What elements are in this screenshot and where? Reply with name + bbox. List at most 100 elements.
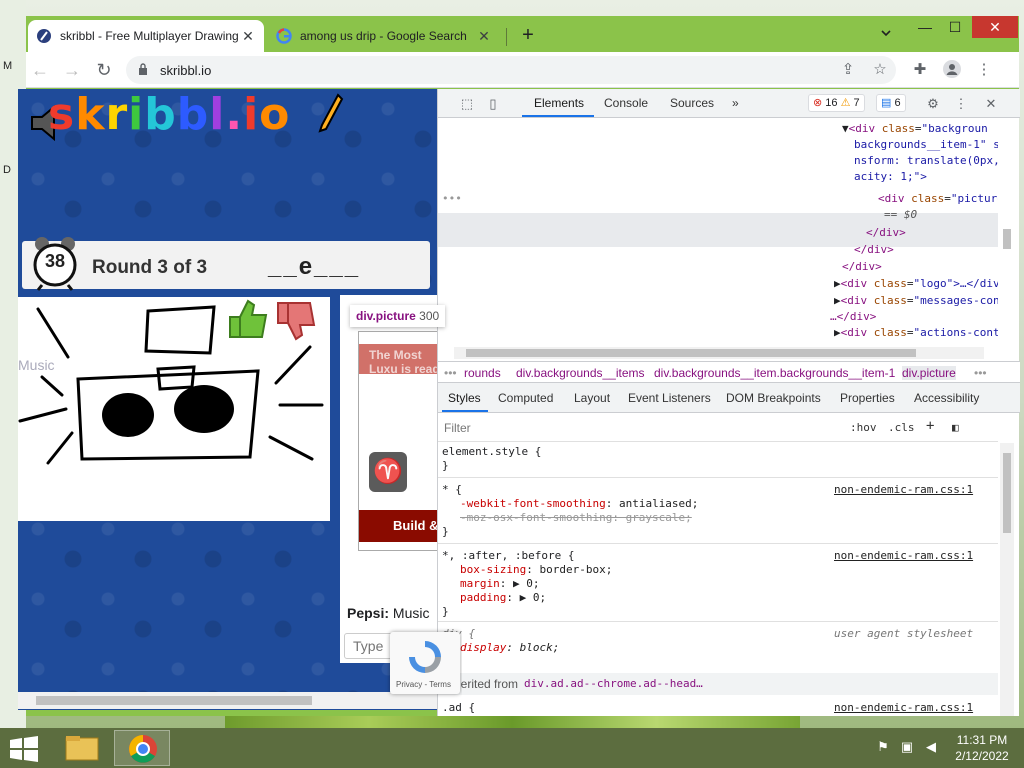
clock-date: 2/12/2022 <box>955 749 1009 763</box>
dom-line-actions[interactable]: ▶<div class="actions-conta <box>834 325 998 339</box>
breadcrumb-item-active[interactable]: div.picture <box>902 366 956 380</box>
dom-line[interactable]: backgrounds__item-1" st <box>854 137 998 153</box>
logo-letter: i <box>243 89 260 140</box>
tab-search-chevron-icon[interactable] <box>876 26 896 46</box>
bookmark-star-icon[interactable]: ☆ <box>870 60 890 80</box>
drawing-canvas[interactable] <box>18 297 330 521</box>
taskbar-clock[interactable]: 11:31 PM 2/12/2022 <box>950 732 1014 764</box>
filter-input[interactable]: Filter <box>444 421 471 435</box>
dom-line[interactable]: </div> <box>842 259 882 275</box>
action-center-flag-icon[interactable]: ⚑ <box>874 738 892 756</box>
subtab-event-listeners[interactable]: Event Listeners <box>628 391 711 405</box>
recaptcha-badge[interactable]: Privacy - Terms <box>390 632 460 694</box>
volume-icon[interactable]: ◀ <box>922 738 940 756</box>
inspect-element-icon[interactable]: ⬚ <box>458 95 476 113</box>
rule-source-link[interactable]: non-endemic-ram.css:1 <box>834 549 973 563</box>
css-declaration[interactable]: box-sizing: border-box; <box>460 563 612 577</box>
minimize-button[interactable]: — <box>910 16 940 38</box>
share-icon[interactable]: ⇪ <box>838 60 858 80</box>
device-toolbar-icon[interactable]: ▯ <box>484 95 502 113</box>
tab-close-icon[interactable]: ✕ <box>240 28 256 45</box>
network-icon[interactable]: ▣ <box>898 738 916 756</box>
devtools-close-icon[interactable]: ✕ <box>982 95 1000 113</box>
dom-line[interactable]: …</div> <box>830 309 876 325</box>
page-horizontal-scrollbar[interactable] <box>18 692 462 709</box>
dom-ellipsis[interactable]: ••• <box>442 191 462 207</box>
devtools-settings-gear-icon[interactable]: ⚙ <box>924 95 942 113</box>
rule-selector[interactable]: * { <box>442 483 462 497</box>
dom-line[interactable]: nsform: translate(0px, <box>854 153 998 169</box>
back-arrow-icon[interactable]: ← <box>28 58 52 82</box>
element-style-rule[interactable]: element.style { <box>442 445 541 459</box>
issues-badge[interactable]: ⊗ 16 ⚠ 7 <box>808 94 865 112</box>
new-rule-plus-icon[interactable]: + <box>926 418 934 434</box>
dom-line-selected[interactable]: <div class="picture <box>878 191 998 207</box>
subtab-dom-breakpoints[interactable]: DOM Breakpoints <box>726 391 821 405</box>
rule-selector[interactable]: .ad { <box>442 701 475 715</box>
browser-menu-kebab-icon[interactable]: ⋮ <box>974 60 994 80</box>
inherited-from-link[interactable]: div.ad.ad--chrome.ad--head… <box>524 677 703 690</box>
rule-source-link[interactable]: non-endemic-ram.css:1 <box>834 483 973 497</box>
clock-time: 11:31 PM <box>956 733 1008 747</box>
css-declaration[interactable]: padding: ▶ 0; <box>460 591 546 605</box>
dom-line[interactable]: </div> <box>854 242 894 258</box>
extensions-puzzle-icon[interactable]: ✚ <box>910 60 930 80</box>
skribbl-logo: skribbl.io <box>48 89 290 140</box>
css-declaration[interactable]: margin: ▶ 0; <box>460 577 540 591</box>
thumbs-down-icon[interactable] <box>274 301 318 341</box>
skribbl-favicon-icon <box>37 29 51 43</box>
breadcrumb-item[interactable]: rounds <box>464 366 501 380</box>
subtab-layout[interactable]: Layout <box>574 391 610 405</box>
browser-window: skribbl - Free Multiplayer Drawing ✕ amo… <box>18 16 1020 716</box>
windows-start-icon[interactable] <box>10 736 38 762</box>
breadcrumb-more[interactable]: ••• <box>974 366 987 380</box>
recaptcha-terms[interactable]: Privacy - Terms <box>396 680 451 689</box>
tab-elements[interactable]: Elements <box>534 96 584 110</box>
devtools-menu-kebab-icon[interactable]: ⋮ <box>952 95 970 113</box>
address-bar[interactable]: skribbl.io <box>126 56 896 84</box>
chrome-taskbar-button[interactable] <box>114 730 170 766</box>
breadcrumb-item[interactable]: div.backgrounds__items <box>516 366 645 380</box>
tab-console[interactable]: Console <box>604 96 648 110</box>
dom-tree-scrollbar[interactable] <box>1000 119 1014 344</box>
breadcrumb-item[interactable]: div.backgrounds__item.backgrounds__item-… <box>654 366 895 380</box>
subtab-computed[interactable]: Computed <box>498 391 553 405</box>
messages-badge[interactable]: ▤ 6 <box>876 94 906 112</box>
dom-line-messages[interactable]: ▶<div class="messages-cont <box>834 293 998 309</box>
cls-toggle[interactable]: .cls <box>888 421 915 434</box>
more-tabs-button[interactable]: » <box>732 96 739 110</box>
dom-tree-horizontal-scrollbar[interactable] <box>454 347 984 359</box>
tab-skribbl[interactable]: skribbl - Free Multiplayer Drawing ✕ <box>28 20 264 52</box>
profile-avatar-icon[interactable] <box>942 60 962 80</box>
css-declaration-overridden[interactable]: -moz-osx-font-smoothing: grayscale; <box>460 511 692 525</box>
file-explorer-taskbar-button[interactable] <box>54 730 110 766</box>
dom-line-logo[interactable]: ▶<div class="logo">…</div> <box>834 276 998 292</box>
breadcrumb-more[interactable]: ••• <box>444 366 457 380</box>
subtab-styles[interactable]: Styles <box>448 391 481 405</box>
forward-arrow-icon[interactable]: → <box>60 58 84 82</box>
tab-sources[interactable]: Sources <box>670 96 714 110</box>
styles-scrollbar[interactable] <box>1000 443 1014 716</box>
warning-count: 7 <box>853 97 860 109</box>
tab-close-icon[interactable]: ✕ <box>476 28 492 45</box>
thumbs-up-icon[interactable] <box>226 299 270 339</box>
subtab-accessibility[interactable]: Accessibility <box>914 391 979 405</box>
dom-line[interactable]: </div> <box>866 225 906 241</box>
rule-source-link[interactable]: non-endemic-ram.css:1 <box>834 701 973 715</box>
window-close-button[interactable]: ✕ <box>972 16 1018 38</box>
subtab-properties[interactable]: Properties <box>840 391 895 405</box>
hov-toggle[interactable]: :hov <box>850 421 877 434</box>
dom-line[interactable]: ▼<div class="backgroun <box>842 121 988 137</box>
tab-title: skribbl - Free Multiplayer Drawing <box>60 29 239 43</box>
rule-separator <box>438 543 998 544</box>
rule-selector[interactable]: *, :after, :before { <box>442 549 574 563</box>
reload-icon[interactable]: ↻ <box>92 58 116 82</box>
tab-google-search[interactable]: among us drip - Google Search ✕ <box>268 20 500 52</box>
new-tab-button[interactable]: + <box>516 24 540 48</box>
devtools-panel: ⬚ ▯ Elements Console Sources » ⊗ 16 ⚠ 7 … <box>437 89 1020 716</box>
chrome-icon <box>129 735 157 763</box>
maximize-button[interactable]: ☐ <box>940 16 970 38</box>
css-declaration[interactable]: -webkit-font-smoothing: antialiased; <box>460 497 698 511</box>
toggle-sidebar-icon[interactable]: ◧ <box>952 421 959 434</box>
dom-line[interactable]: acity: 1;"> <box>854 169 927 185</box>
